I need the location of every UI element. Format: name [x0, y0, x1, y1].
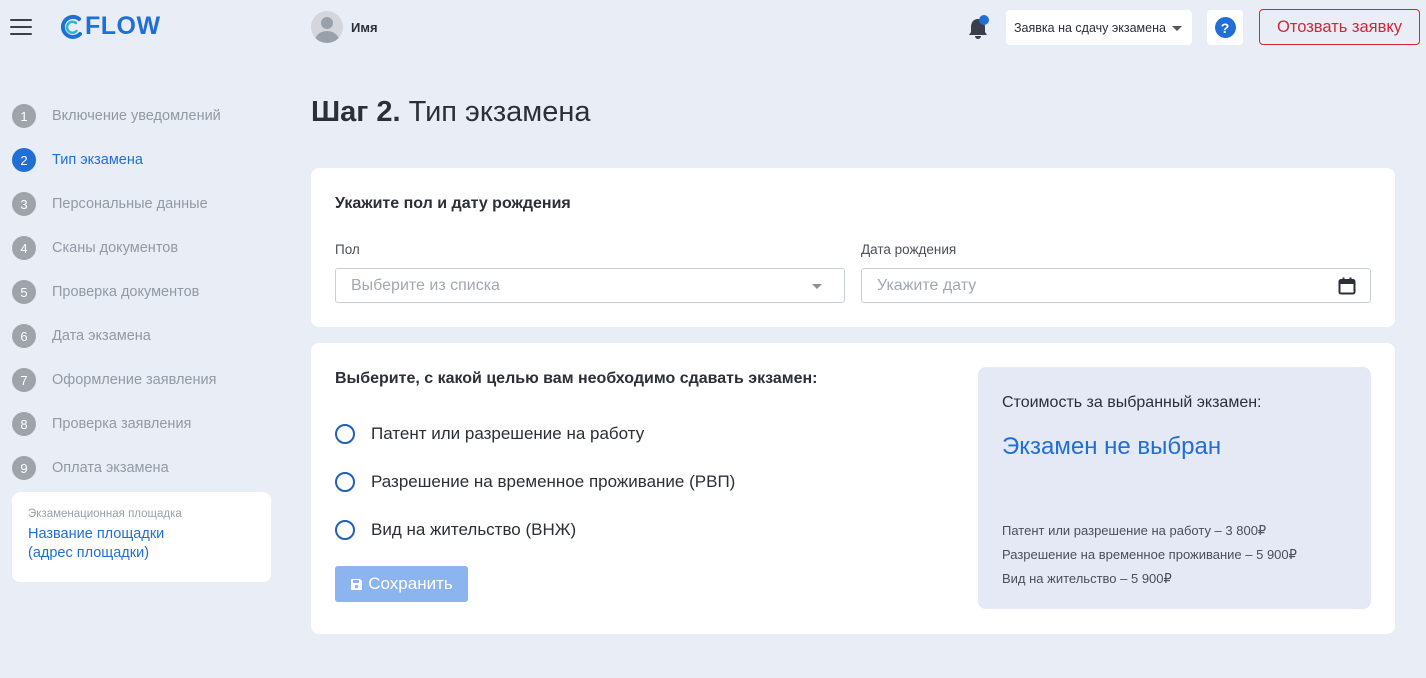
floppy-disk-icon	[351, 578, 363, 590]
revoke-application-button[interactable]: Отозвать заявку	[1259, 9, 1420, 45]
step-number: 7	[12, 368, 36, 392]
chevron-down-icon	[1172, 26, 1182, 31]
radio-button[interactable]	[335, 520, 355, 540]
page-title-text: Тип экзамена	[408, 96, 591, 128]
venue-name-link[interactable]: Название площадки (адрес площадки)	[28, 525, 255, 563]
notification-dot	[979, 15, 989, 25]
step-item[interactable]: 4 Сканы документов	[12, 226, 272, 270]
step-number: 2	[12, 148, 36, 172]
save-label: Сохранить	[368, 574, 453, 593]
radio-button[interactable]	[335, 472, 355, 492]
price-panel: Стоимость за выбранный экзамен: Экзамен …	[978, 367, 1371, 609]
step-label: Дата экзамена	[52, 328, 151, 344]
card-title: Выберите, с какой целью вам необходимо с…	[335, 370, 818, 387]
radio-option-rvp[interactable]: Разрешение на временное проживание (РВП)	[335, 472, 735, 492]
steps-nav: 1 Включение уведомлений 2 Тип экзамена 3…	[12, 94, 272, 490]
step-number: 6	[12, 324, 36, 348]
step-number: 5	[12, 280, 36, 304]
step-item[interactable]: 5 Проверка документов	[12, 270, 272, 314]
step-label: Сканы документов	[52, 240, 179, 256]
step-label: Проверка документов	[52, 284, 200, 300]
exam-purpose-card: Выберите, с какой целью вам необходимо с…	[311, 343, 1395, 634]
step-item-active[interactable]: 2 Тип экзамена	[12, 138, 272, 182]
step-item[interactable]: 3 Персональные данные	[12, 182, 272, 226]
user-profile[interactable]: Имя	[311, 11, 378, 43]
menu-icon[interactable]	[10, 19, 32, 35]
chevron-down-icon	[812, 284, 822, 289]
user-name: Имя	[351, 19, 378, 35]
step-label: Персональные данные	[52, 196, 208, 212]
bell-icon[interactable]	[967, 15, 991, 41]
help-icon: ?	[1214, 17, 1236, 38]
calendar-icon[interactable]	[1338, 277, 1356, 295]
step-item[interactable]: 6 Дата экзамена	[12, 314, 272, 358]
step-item[interactable]: 7 Оформление заявления	[12, 358, 272, 402]
save-button[interactable]: Сохранить	[335, 566, 468, 602]
step-label: Включение уведомлений	[52, 108, 221, 124]
step-item[interactable]: 8 Проверка заявления	[12, 402, 272, 446]
price-list-item: Патент или разрешение на работу – 3 800₽	[1002, 523, 1267, 538]
birth-date-placeholder: Укажите дату	[877, 276, 977, 294]
price-status: Экзамен не выбран	[1002, 433, 1222, 460]
price-list-item: Вид на жительство – 5 900₽	[1002, 571, 1172, 586]
price-list-item: Разрешение на временное проживание – 5 9…	[1002, 547, 1297, 562]
logo[interactable]: FLOW	[60, 12, 161, 41]
logo-mark-icon	[60, 14, 82, 39]
radio-option-vnzh[interactable]: Вид на жительство (ВНЖ)	[335, 520, 576, 540]
card-title: Укажите пол и дату рождения	[335, 195, 571, 212]
application-select-value: Заявка на сдачу экзамена	[1014, 20, 1166, 35]
step-item[interactable]: 1 Включение уведомлений	[12, 94, 272, 138]
price-title: Стоимость за выбранный экзамен:	[1002, 394, 1262, 411]
avatar	[311, 11, 343, 43]
venue-address: (адрес площадки)	[28, 545, 150, 561]
birth-date-label: Дата рождения	[861, 242, 957, 257]
radio-button[interactable]	[335, 424, 355, 444]
step-label: Оплата экзамена	[52, 460, 169, 476]
gender-label: Пол	[335, 242, 360, 257]
gender-placeholder: Выберите из списка	[351, 276, 500, 294]
gender-birth-card: Укажите пол и дату рождения Пол Выберите…	[311, 168, 1395, 327]
step-number: 8	[12, 412, 36, 436]
step-number: 9	[12, 456, 36, 480]
step-label: Оформление заявления	[52, 372, 217, 388]
help-button[interactable]: ?	[1207, 10, 1243, 45]
step-label: Тип экзамена	[52, 152, 143, 168]
radio-label: Разрешение на временное проживание (РВП)	[371, 472, 736, 491]
page-title-step: Шаг 2.	[311, 96, 401, 128]
top-bar: FLOW Имя Заявка на сдачу экзамена ? Отоз…	[0, 0, 1426, 54]
birth-date-field[interactable]: Укажите дату	[861, 268, 1371, 303]
step-number: 3	[12, 192, 36, 216]
gender-select[interactable]: Выберите из списка	[335, 268, 845, 303]
venue-card: Экзаменационная площадка Название площад…	[12, 492, 271, 582]
radio-label: Патент или разрешение на работу	[371, 424, 645, 443]
venue-name: Название площадки	[28, 526, 165, 542]
application-select[interactable]: Заявка на сдачу экзамена	[1006, 10, 1192, 45]
radio-label: Вид на жительство (ВНЖ)	[371, 520, 577, 539]
venue-caption: Экзаменационная площадка	[28, 508, 182, 520]
radio-option-patent[interactable]: Патент или разрешение на работу	[335, 424, 644, 444]
step-item[interactable]: 9 Оплата экзамена	[12, 446, 272, 490]
price-list: Патент или разрешение на работу – 3 800₽…	[1002, 519, 1297, 591]
step-label: Проверка заявления	[52, 416, 192, 432]
logo-text: FLOW	[85, 12, 161, 40]
step-number: 4	[12, 236, 36, 260]
page-title: Шаг 2. Тип экзамена	[311, 96, 591, 129]
step-number: 1	[12, 104, 36, 128]
